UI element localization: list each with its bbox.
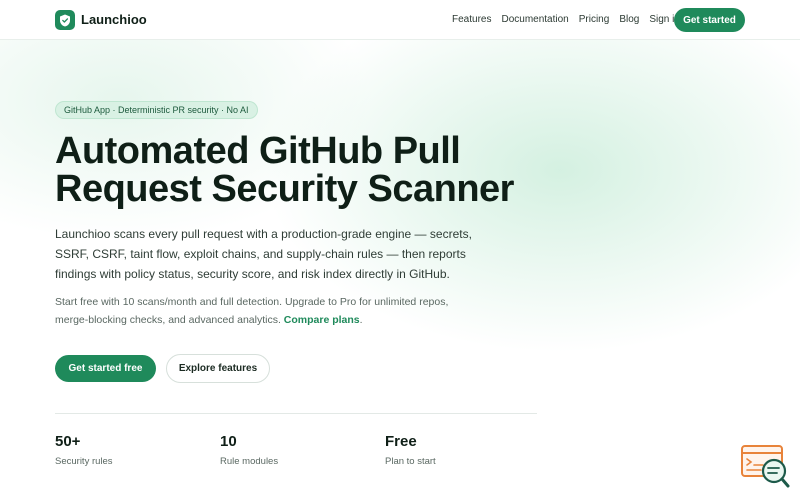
page-title: Automated GitHub Pull Request Security S… [55,132,575,208]
hero-section: GitHub App · Deterministic PR security ·… [0,40,800,500]
title-line-2: Request Security Scanner [55,168,514,210]
nav-link-features[interactable]: Features [452,14,491,25]
stat-plan: Free Plan to start [385,433,436,467]
top-nav: Launchioo Features Documentation Pricing… [0,0,800,40]
nav-link-pricing[interactable]: Pricing [579,14,610,25]
hero-badge: GitHub App · Deterministic PR security ·… [55,101,258,119]
explore-features-button[interactable]: Explore features [166,354,270,383]
stat-rule-modules: 10 Rule modules [220,433,278,467]
chat-search-icon[interactable] [741,445,791,490]
hero-description: Launchioo scans every pull request with … [55,227,472,281]
subtext-body: Start free with 10 scans/month and full … [55,296,449,326]
title-line-1: Automated GitHub Pull [55,130,461,172]
shield-logo-icon[interactable] [55,10,75,30]
stats-divider [55,413,537,414]
stat-label: Plan to start [385,456,436,467]
stat-value: Free [385,433,417,450]
get-started-button[interactable]: Get started [674,8,745,32]
stat-label: Rule modules [220,456,279,467]
nav-links: Features Documentation Pricing Blog Sign… [452,14,680,25]
nav-link-documentation[interactable]: Documentation [501,14,568,25]
stat-value: 50+ [55,433,81,450]
get-started-free-button[interactable]: Get started free [55,355,156,382]
stat-security-rules: 50+ Security rules [55,433,113,467]
subtext-period: . [359,314,363,326]
brand-name[interactable]: Launchioo [81,12,147,27]
nav-link-blog[interactable]: Blog [619,14,639,25]
stat-value: 10 [220,433,237,450]
compare-plans-link[interactable]: Compare plans [284,314,360,326]
hero-subtext: Start free with 10 scans/month and full … [55,293,475,329]
stat-label: Security rules [55,456,113,467]
